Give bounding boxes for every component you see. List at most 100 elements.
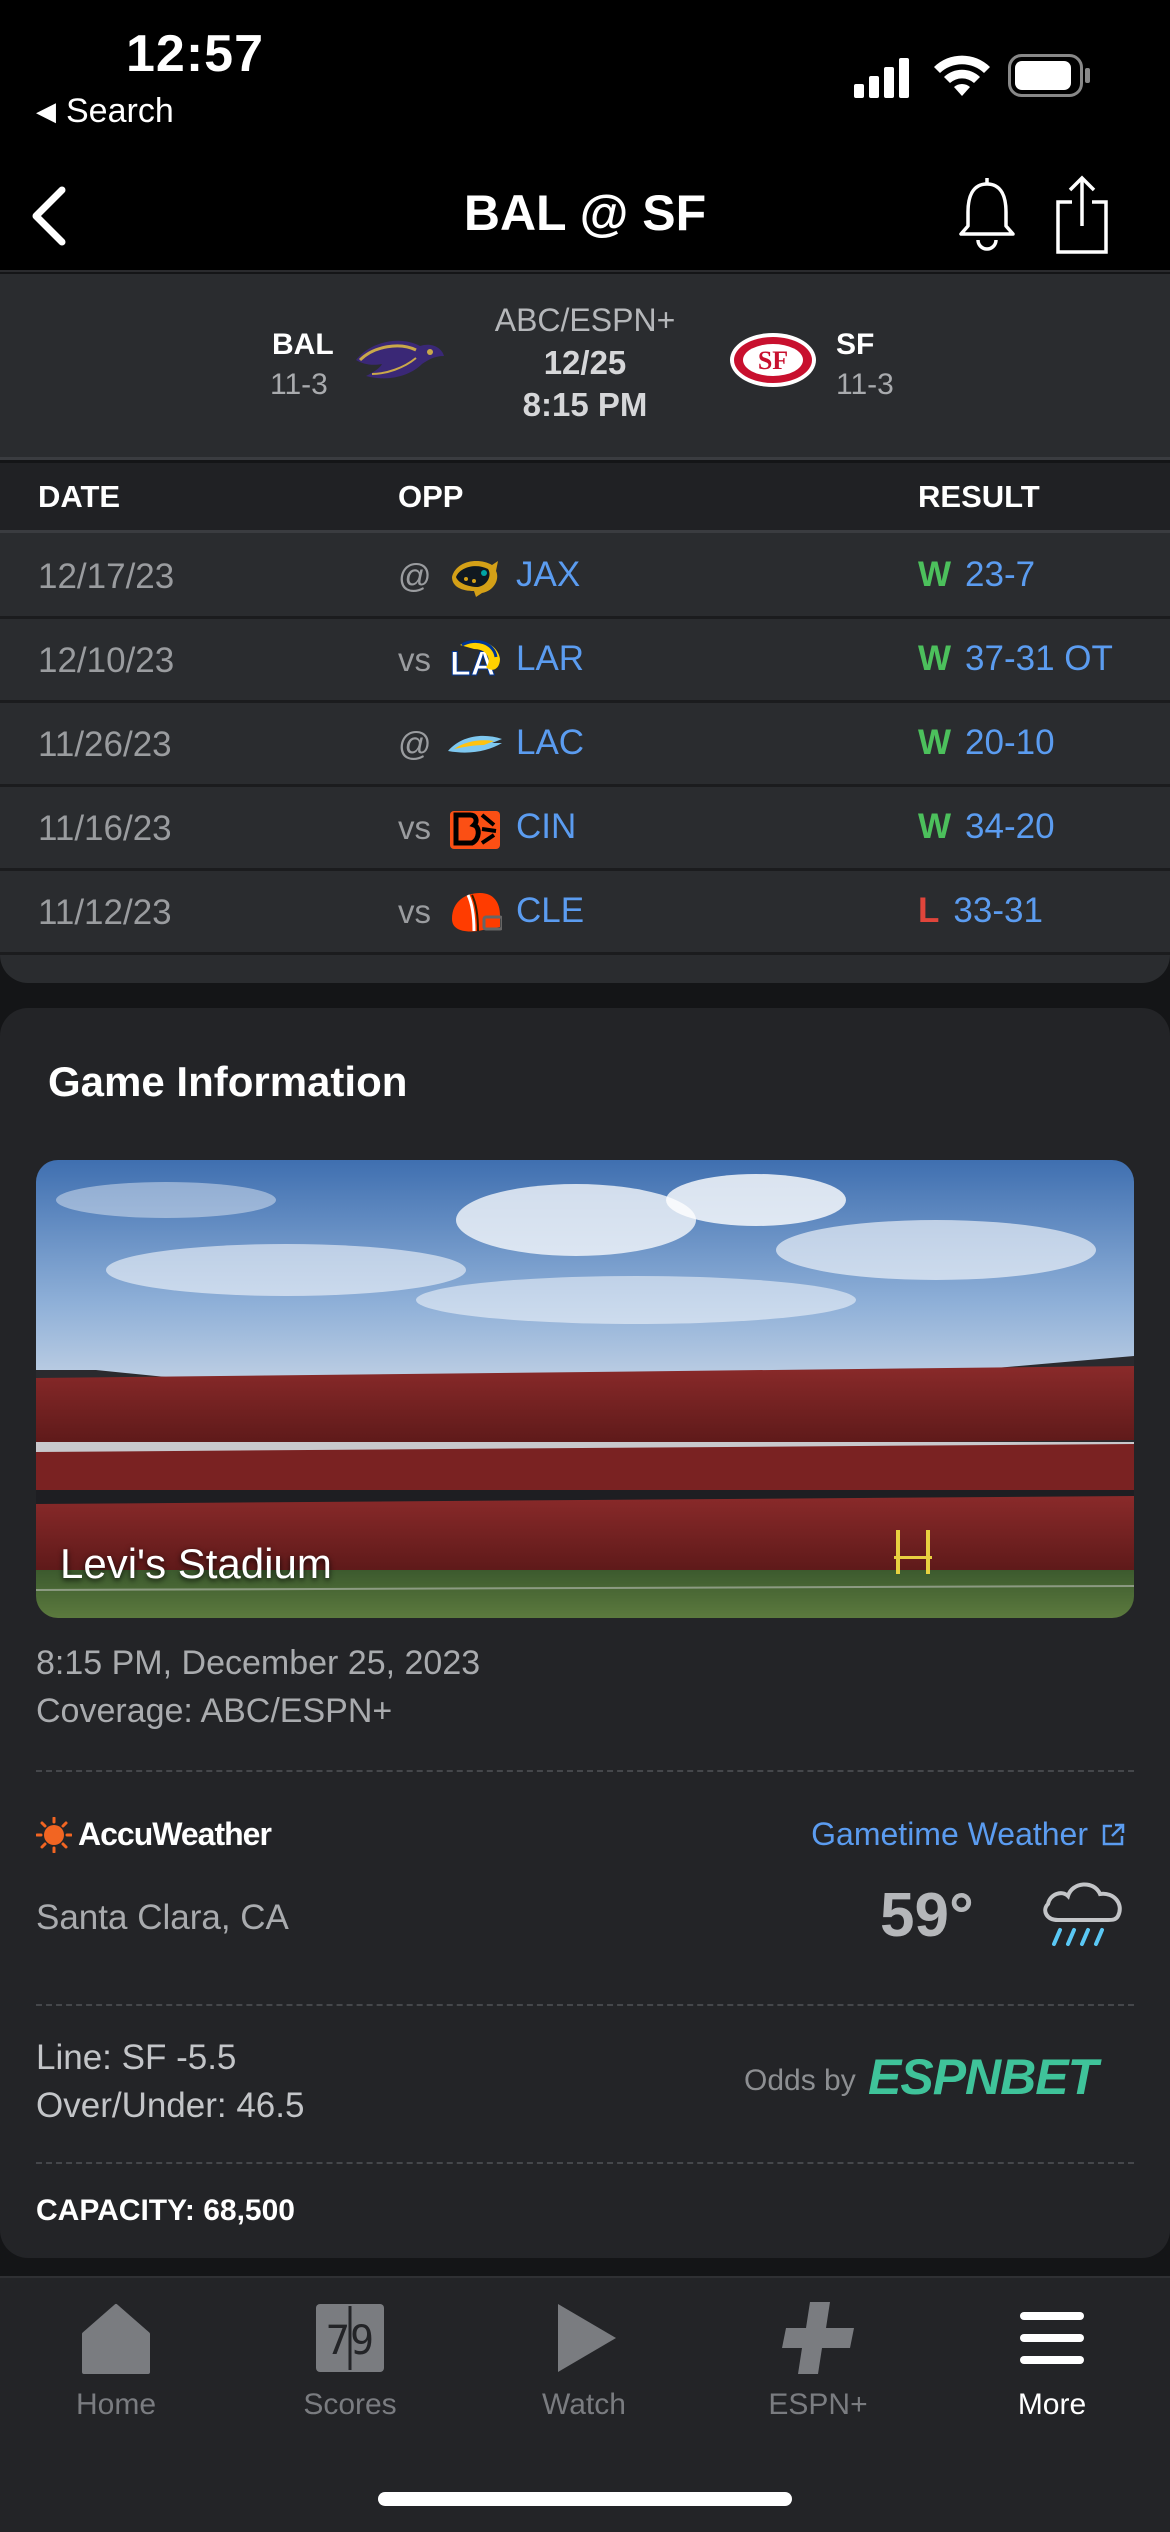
table-row[interactable]: 11/12/23 vs CLE L 33-31	[0, 871, 1170, 955]
col-opp-header: OPP	[398, 479, 464, 514]
result-outcome: L	[918, 891, 940, 930]
stadium-capacity: CAPACITY: 68,500	[36, 2194, 295, 2227]
divider	[36, 1770, 1134, 1772]
result-outcome: W	[918, 723, 952, 762]
table-row[interactable]: 12/17/23 @ JAX W 23-7	[0, 535, 1170, 619]
game-time: 8:15 PM	[522, 386, 648, 423]
game-datetime: 8:15 PM, December 25, 2023	[36, 1644, 481, 1682]
row-date: 12/17/23	[38, 557, 175, 596]
menu-icon	[1020, 2312, 1084, 2364]
row-location: @	[398, 725, 432, 762]
tab-label: Home	[75, 2388, 157, 2421]
tab-home[interactable]: Home	[16, 2298, 216, 2422]
row-location: vs	[398, 809, 431, 846]
table-row[interactable]: 11/26/23 @ LAC W 20-10	[0, 703, 1170, 787]
row-date: 11/16/23	[38, 809, 172, 848]
external-link-icon	[1102, 1823, 1125, 1845]
over-under: Over/Under: 46.5	[36, 2086, 305, 2125]
accuweather-logo: AccuWeather	[36, 1816, 272, 1853]
tab-watch[interactable]: Watch	[484, 2298, 684, 2422]
tab-label: More	[1017, 2388, 1087, 2421]
tab-more[interactable]: More	[952, 2298, 1152, 2422]
game-date: 12/25	[543, 344, 627, 381]
home-team-record: 11-3	[836, 368, 894, 401]
browns-logo	[452, 893, 502, 932]
table-row[interactable]: 11/16/23 vs CIN W 34-20	[0, 787, 1170, 871]
result-outcome: W	[918, 639, 952, 678]
result-score: 23-7	[965, 555, 1036, 594]
jaguars-logo	[452, 561, 498, 597]
gametime-weather-label: Gametime Weather	[811, 1816, 1088, 1852]
matchup-summary[interactable]: BAL 11-3 ABC/ESPN+ 12/25 8:15 PM SF SF 1…	[0, 274, 1170, 460]
result-score: 34-20	[965, 807, 1055, 846]
tab-label: Scores	[303, 2388, 397, 2421]
game-coverage: Coverage: ABC/ESPN+	[36, 1692, 393, 1730]
row-opponent[interactable]: LAR	[516, 639, 584, 679]
tab-scores[interactable]: 79 Scores	[250, 2298, 450, 2422]
status-time: 12:57	[126, 25, 264, 83]
status-bar: 12:57 ◀ Search	[0, 0, 1170, 160]
result-outcome: W	[918, 807, 952, 846]
cellular-signal-icon	[854, 58, 909, 98]
home-indicator[interactable]	[378, 2492, 792, 2506]
rams-logo: LA	[450, 640, 500, 684]
row-result[interactable]: W 34-20	[918, 807, 1055, 847]
row-date: 11/26/23	[38, 725, 172, 764]
home-team-abbr: SF	[836, 328, 875, 361]
wifi-icon	[934, 55, 990, 96]
share-icon[interactable]	[1054, 172, 1110, 256]
play-icon	[558, 2304, 616, 2372]
row-result[interactable]: W 23-7	[918, 555, 1035, 595]
col-date-header: DATE	[38, 479, 121, 514]
back-triangle-icon: ◀	[36, 96, 56, 126]
home-icon	[82, 2304, 150, 2374]
bengals-logo	[450, 811, 500, 849]
betting-line: Line: SF -5.5	[36, 2038, 237, 2077]
odds-by-label: Odds by	[744, 2064, 856, 2097]
weather-temperature: 59°	[880, 1881, 974, 1950]
gametime-weather-link[interactable]: Gametime Weather	[811, 1816, 1126, 1853]
tab-label: ESPN+	[768, 2388, 868, 2421]
row-result[interactable]: W 37-31 OT	[918, 639, 1113, 679]
rain-cloud-icon	[1043, 1882, 1122, 1946]
section-title: Game Information	[48, 1058, 408, 1105]
divider	[36, 2004, 1134, 2006]
stadium-photo[interactable]: Levi's Stadium	[36, 1160, 1134, 1618]
row-date: 12/10/23	[38, 641, 175, 680]
broadcast-network: ABC/ESPN+	[494, 302, 676, 338]
row-location: @	[398, 557, 432, 594]
tab-label: Watch	[542, 2388, 626, 2421]
49ers-logo: SF	[730, 333, 816, 387]
divider	[36, 2162, 1134, 2164]
scores-icon: 79	[316, 2304, 384, 2372]
plus-icon	[782, 2302, 854, 2374]
row-opponent[interactable]: JAX	[516, 555, 580, 595]
table-row[interactable]: 12/10/23 vs LA LAR W 37-31 OT	[0, 619, 1170, 703]
row-date: 11/12/23	[38, 893, 172, 932]
result-score: 37-31 OT	[965, 639, 1113, 678]
recent-games-table: DATE OPP RESULT 12/17/23 @ JAX W 23-7 12/…	[0, 463, 1170, 983]
chargers-logo	[448, 735, 502, 753]
row-opponent[interactable]: LAC	[516, 723, 584, 763]
svg-text:SF: SF	[758, 346, 788, 375]
result-score: 20-10	[965, 723, 1055, 762]
tab-espn-plus[interactable]: ESPN+	[718, 2298, 918, 2422]
row-opponent[interactable]: CLE	[516, 891, 584, 931]
game-header: BAL @ SF	[0, 160, 1170, 272]
battery-icon	[1008, 54, 1090, 97]
bell-icon[interactable]	[956, 176, 1018, 254]
espnbet-logo[interactable]: ESPNBET	[868, 2048, 1098, 2106]
result-score: 33-31	[953, 891, 1043, 930]
col-result-header: RESULT	[918, 479, 1040, 514]
row-opponent[interactable]: CIN	[516, 807, 576, 847]
row-location: vs	[398, 893, 431, 930]
accuweather-wordmark: AccuWeather	[78, 1816, 272, 1852]
table-header: DATE OPP RESULT	[0, 463, 1170, 533]
back-app-label: Search	[66, 92, 174, 130]
game-information-card: Game Information Levi's Stadium 8:15 PM,…	[0, 1008, 1170, 2258]
back-to-app-link[interactable]: ◀ Search	[36, 92, 174, 131]
row-result[interactable]: L 33-31	[918, 891, 1043, 931]
row-location: vs	[398, 641, 431, 678]
row-result[interactable]: W 20-10	[918, 723, 1055, 763]
result-outcome: W	[918, 555, 952, 594]
